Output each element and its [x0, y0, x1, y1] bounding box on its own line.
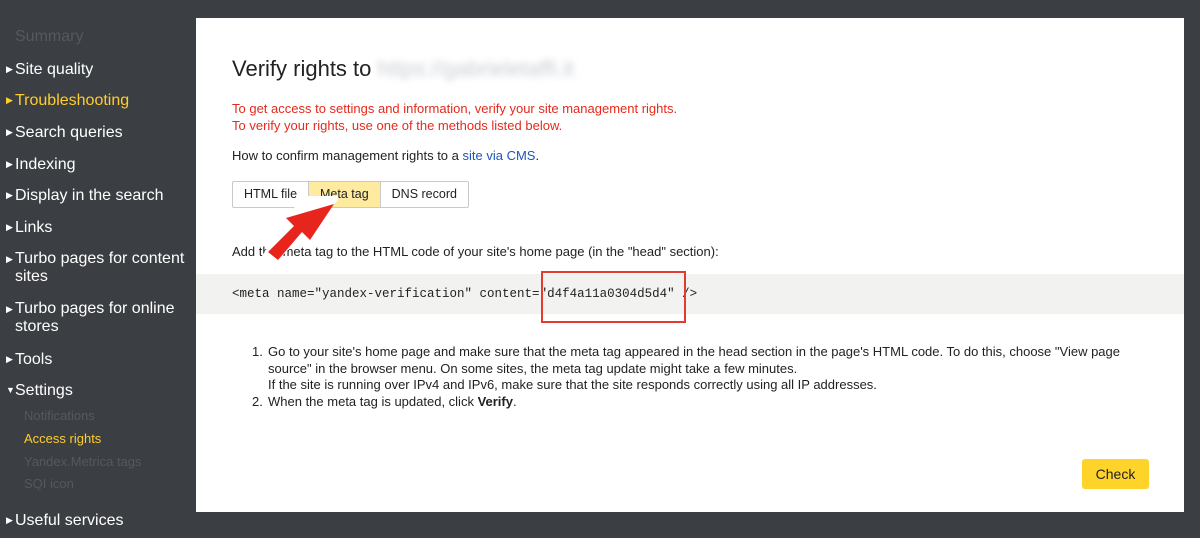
sidebar-item-site-quality[interactable]: ▶ Site quality	[6, 60, 93, 79]
instruction-steps: 1. Go to your site's home page and make …	[252, 344, 1152, 410]
triangle-right-icon: ▶	[6, 64, 13, 74]
step-2-prefix: When the meta tag is updated, click	[268, 393, 478, 409]
sidebar-item-tools[interactable]: ▶ Tools	[6, 350, 52, 369]
meta-tag-code-box: <meta name="yandex-verification" content…	[196, 274, 1184, 314]
triangle-right-icon: ▶	[6, 515, 13, 525]
cms-help-text: How to confirm management rights to a si…	[232, 148, 539, 163]
warning-line-1: To get access to settings and informatio…	[232, 101, 678, 116]
cms-help-link[interactable]: site via CMS	[463, 148, 536, 163]
triangle-right-icon: ▶	[6, 254, 13, 264]
sidebar-item-indexing[interactable]: ▶ Indexing	[6, 155, 76, 174]
sidebar-item-settings[interactable]: ▼Settings	[6, 381, 73, 400]
main-panel: Verify rights to https://gabrieletaffi.it…	[196, 18, 1184, 512]
step-1-extra: If the site is running over IPv4 and IPv…	[268, 377, 877, 392]
sidebar-item-search-queries[interactable]: ▶ Search queries	[6, 123, 123, 142]
warning-line-2: To verify your rights, use one of the me…	[232, 118, 563, 133]
site-url: https://gabrieletaffi.it	[377, 56, 574, 81]
sidebar-item-turbo-stores[interactable]: ▶ Turbo pages for online stores	[6, 300, 185, 336]
sidebar-item-troubleshooting[interactable]: ▶ Troubleshooting	[6, 91, 129, 110]
sidebar-subitem-notifications[interactable]: Notifications	[24, 408, 95, 423]
red-arrow-icon	[262, 196, 338, 266]
sidebar-subitem-access-rights[interactable]: Access rights	[24, 431, 101, 446]
page-title: Verify rights to https://gabrieletaffi.it	[232, 56, 574, 82]
step-1-text: Go to your site's home page and make sur…	[268, 344, 1120, 376]
step-2-suffix: .	[512, 393, 517, 409]
verification-code-highlight	[541, 271, 686, 323]
step-2-number: 2.	[252, 393, 263, 409]
triangle-right-icon: ▶	[6, 222, 13, 232]
sidebar-item-summary[interactable]: Summary	[15, 28, 83, 46]
step-2: 2. When the meta tag is updated, click V…	[252, 394, 1152, 411]
triangle-right-icon: ▶	[6, 95, 13, 105]
page-title-text: Verify rights to	[232, 56, 372, 81]
triangle-right-icon: ▶	[6, 127, 13, 137]
sidebar-item-links[interactable]: ▶ Links	[6, 218, 52, 237]
sidebar-subitem-metrica-tags[interactable]: Yandex.Metrica tags	[24, 454, 142, 469]
step-1: 1. Go to your site's home page and make …	[252, 344, 1152, 394]
triangle-right-icon: ▶	[6, 190, 13, 200]
step-1-number: 1.	[252, 344, 263, 359]
triangle-right-icon: ▶	[6, 354, 13, 364]
tab-dns-record[interactable]: DNS record	[381, 182, 468, 207]
cms-help-prefix: How to confirm management rights to a	[232, 148, 463, 163]
sidebar-subitem-sqi-icon[interactable]: SQI icon	[24, 476, 74, 491]
triangle-right-icon: ▶	[6, 304, 13, 314]
sidebar: Summary ▶ Site quality ▶ Troubleshooting ▶…	[0, 0, 196, 538]
sidebar-item-useful-services[interactable]: ▶ Useful services	[6, 511, 123, 530]
sidebar-item-turbo-content[interactable]: ▶ Turbo pages for content sites	[6, 250, 185, 286]
triangle-right-icon: ▶	[6, 159, 13, 169]
sidebar-item-display-in-search[interactable]: ▶ Display in the search	[6, 186, 164, 205]
cms-help-suffix: .	[535, 148, 540, 163]
code-prefix: <meta name="yandex-verification" content…	[232, 287, 540, 301]
step-2-verify: Verify	[477, 393, 513, 409]
triangle-down-icon: ▼	[6, 385, 15, 395]
check-button[interactable]: Check	[1082, 459, 1149, 489]
